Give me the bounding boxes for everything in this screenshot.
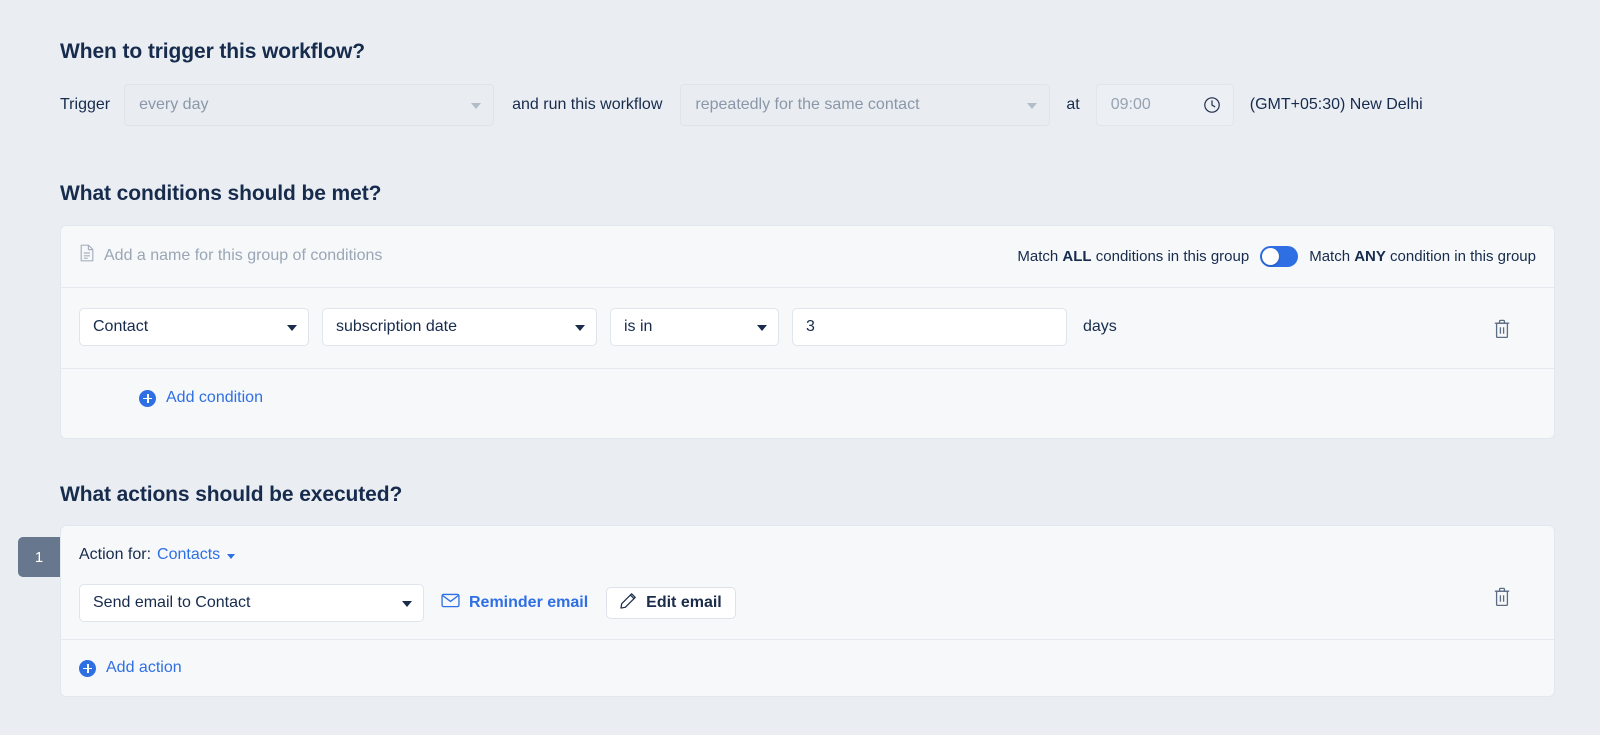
- chevron-down-icon: [1027, 103, 1038, 109]
- condition-field-value: subscription date: [336, 318, 457, 335]
- condition-operator-value: is in: [624, 318, 653, 335]
- divider: [61, 287, 1554, 288]
- add-action-label: Add action: [106, 659, 182, 676]
- trigger-section-title: When to trigger this workflow?: [60, 40, 365, 63]
- timezone-label: (GMT+05:30) New Delhi: [1249, 96, 1423, 113]
- action-for-row: Action for: Contacts: [79, 546, 236, 564]
- conditions-group-card: Add a name for this group of conditions …: [60, 225, 1555, 439]
- edit-email-button[interactable]: Edit email: [606, 587, 736, 619]
- action-type-select[interactable]: Send email to Contact: [79, 584, 424, 622]
- chevron-down-icon: [471, 103, 482, 109]
- group-name-placeholder: Add a name for this group of conditions: [104, 246, 383, 264]
- match-any-toggle[interactable]: [1260, 246, 1299, 267]
- reminder-email-link[interactable]: Reminder email: [441, 593, 588, 613]
- run-workflow-label: and run this workflow: [512, 96, 663, 113]
- action-card: Action for: Contacts Send email to Conta…: [60, 525, 1555, 697]
- edit-email-label: Edit email: [646, 594, 722, 611]
- chevron-down-icon: [287, 325, 297, 331]
- condition-object-select[interactable]: Contact: [79, 308, 309, 346]
- condition-row: Contact subscription date is in 3 days: [79, 308, 1117, 346]
- chevron-down-icon: [575, 325, 585, 331]
- trigger-time-value: 09:00: [1110, 96, 1151, 113]
- trigger-frequency-value: every day: [139, 96, 209, 113]
- plus-circle-icon: [79, 659, 96, 677]
- toggle-knob: [1262, 248, 1280, 265]
- reminder-email-label: Reminder email: [469, 594, 589, 611]
- condition-unit-label: days: [1083, 318, 1117, 335]
- condition-value-text: 3: [806, 318, 815, 335]
- workflow-editor: When to trigger this workflow? Trigger e…: [0, 0, 1600, 735]
- action-for-target-link[interactable]: Contacts: [157, 546, 220, 564]
- chevron-down-icon: [757, 325, 767, 331]
- delete-action-button[interactable]: [1492, 586, 1512, 608]
- match-all-label: Match ALL conditions in this group: [1017, 248, 1250, 265]
- trigger-repeat-select[interactable]: repeatedly for the same contact: [680, 84, 1051, 126]
- condition-field-select[interactable]: subscription date: [322, 308, 597, 346]
- plus-circle-icon: [139, 389, 156, 407]
- action-for-label: Action for:: [79, 546, 152, 563]
- match-any-label: Match ANY condition in this group: [1309, 248, 1536, 265]
- trigger-label: Trigger: [60, 96, 111, 113]
- group-name-input[interactable]: Add a name for this group of conditions: [79, 244, 382, 267]
- action-step-badge: 1: [18, 537, 60, 577]
- trigger-row: Trigger every day and run this workflow …: [60, 84, 1423, 126]
- pencil-icon: [620, 592, 637, 614]
- add-condition-button[interactable]: Add condition: [139, 389, 263, 407]
- chevron-down-icon: [402, 601, 412, 607]
- divider: [61, 639, 1554, 640]
- trigger-frequency-select[interactable]: every day: [124, 84, 495, 126]
- divider: [61, 368, 1554, 369]
- envelope-icon: [441, 593, 460, 613]
- add-condition-label: Add condition: [166, 389, 263, 406]
- condition-object-value: Contact: [93, 318, 149, 335]
- chevron-down-icon[interactable]: [227, 553, 236, 559]
- at-label: at: [1066, 96, 1080, 113]
- trigger-repeat-value: repeatedly for the same contact: [695, 96, 920, 113]
- trigger-time-input[interactable]: 09:00: [1095, 84, 1234, 126]
- condition-value-input[interactable]: 3: [792, 308, 1067, 346]
- match-toggle-area: Match ALL conditions in this group Match…: [1017, 246, 1536, 267]
- action-type-value: Send email to Contact: [93, 594, 251, 611]
- add-action-button[interactable]: Add action: [79, 659, 182, 677]
- delete-condition-button[interactable]: [1492, 318, 1512, 340]
- condition-operator-select[interactable]: is in: [610, 308, 779, 346]
- actions-section-title: What actions should be executed?: [60, 483, 403, 506]
- action-step-number: 1: [34, 548, 44, 566]
- document-icon: [79, 244, 95, 267]
- action-row: Send email to Contact Reminder email Edi…: [79, 584, 736, 622]
- conditions-section-title: What conditions should be met?: [60, 182, 382, 205]
- clock-icon: [1203, 96, 1221, 114]
